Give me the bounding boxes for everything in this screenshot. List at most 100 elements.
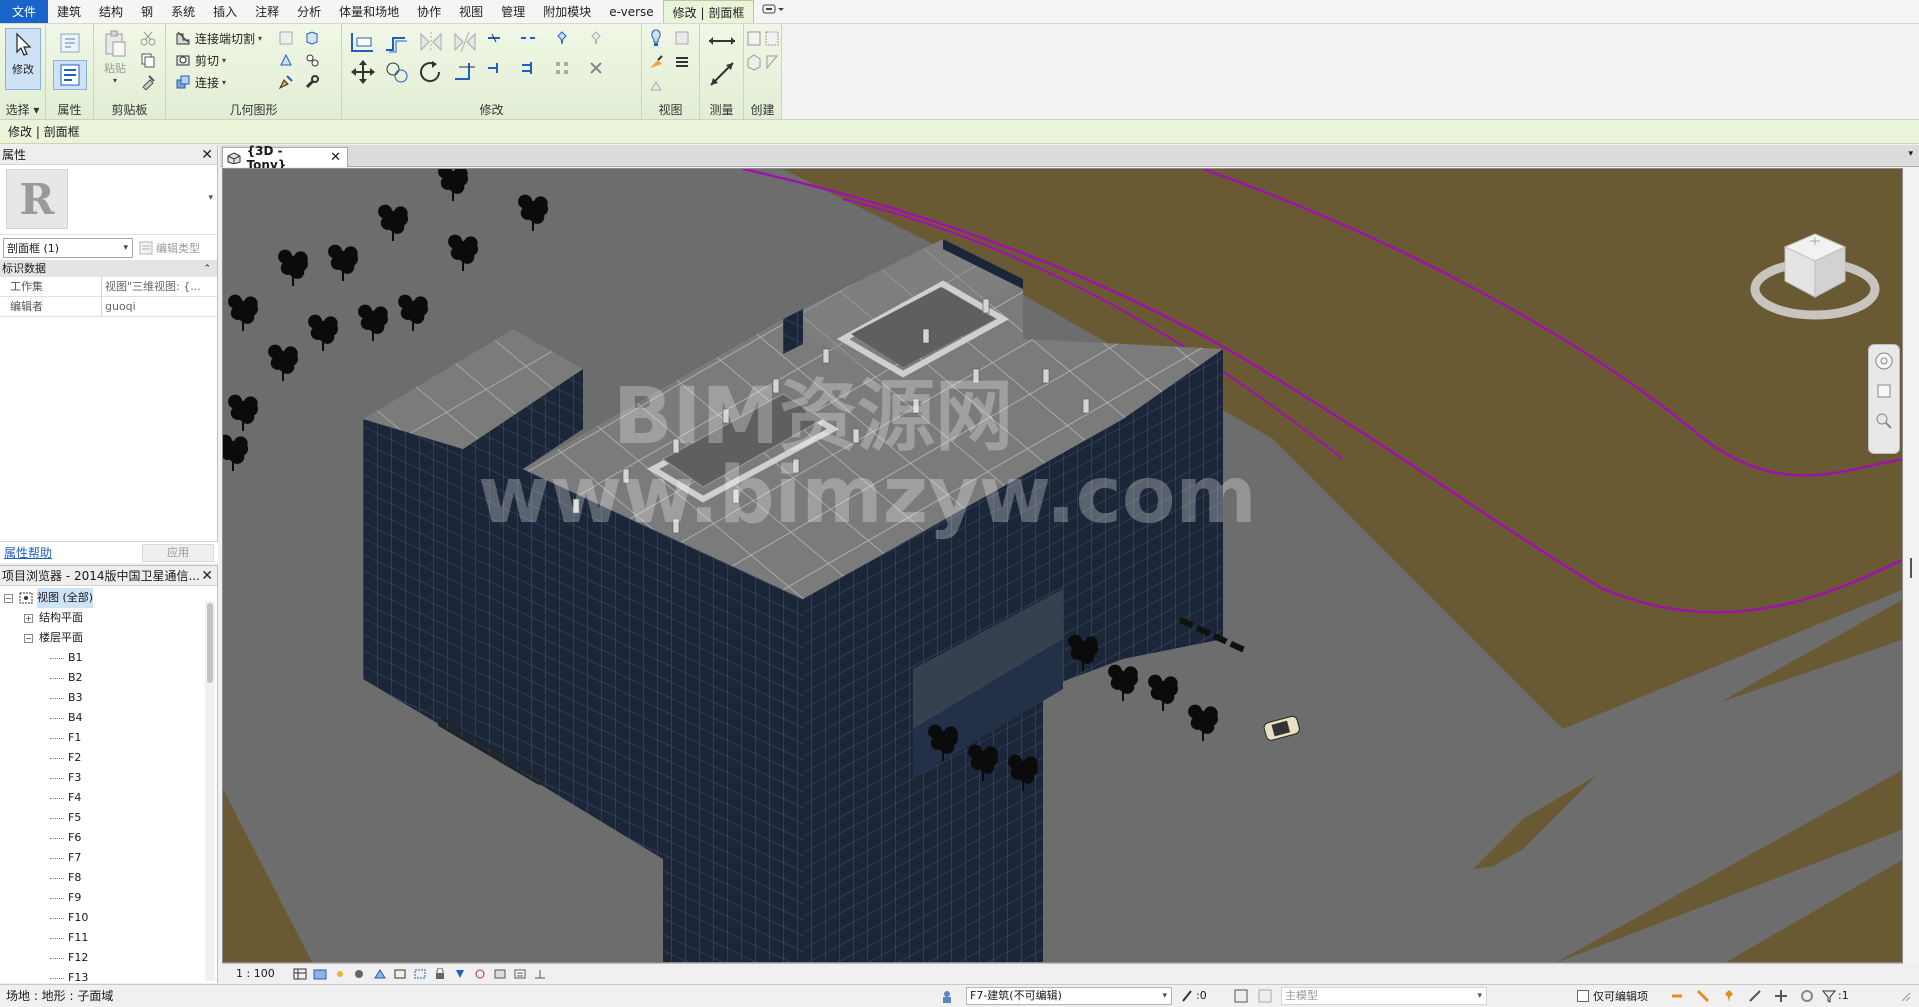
close-icon[interactable]: ✕	[201, 566, 213, 586]
viewcube[interactable]	[1750, 219, 1880, 329]
tree-node-level[interactable]: F11	[50, 928, 88, 948]
zoom-icon[interactable]	[1874, 411, 1894, 431]
lock-3d-view-icon[interactable]	[432, 967, 448, 981]
modify-button[interactable]: 修改	[5, 28, 41, 90]
tree-node-level[interactable]: B1	[50, 648, 83, 668]
match-properties-icon[interactable]	[138, 72, 158, 92]
crop-view-icon[interactable]	[392, 967, 408, 981]
tree-node-level[interactable]: F9	[50, 888, 81, 908]
visual-style-icon[interactable]	[312, 967, 328, 981]
tree-node-floor-plans[interactable]: − 楼层平面	[24, 628, 83, 648]
tree-node-level[interactable]: B4	[50, 708, 83, 728]
design-option-dropdown[interactable]: 主模型 ▾	[1281, 987, 1487, 1005]
edit-type-button[interactable]: 编辑类型	[139, 240, 200, 256]
browser-scrollbar[interactable]	[205, 601, 215, 981]
viewport-scrollbar[interactable]	[1904, 168, 1919, 963]
temporary-view-properties-icon[interactable]	[512, 967, 528, 981]
tab-e-verse[interactable]: e-verse	[600, 0, 662, 23]
join-geometry-button[interactable]: 连接 ▾	[174, 72, 226, 92]
trim-extend-icon[interactable]	[450, 58, 480, 86]
worksharing-display-icon[interactable]	[492, 967, 508, 981]
tree-node-views[interactable]: − 视图 (全部)	[4, 588, 94, 608]
tree-node-level[interactable]: F13	[50, 968, 88, 983]
tab-architecture[interactable]: 建筑	[48, 0, 90, 23]
tab-collaborate[interactable]: 协作	[408, 0, 450, 23]
paste-button[interactable]: 粘贴 ▾	[100, 28, 130, 90]
create-similar-icon[interactable]	[764, 52, 780, 72]
collapse-toggle-icon[interactable]: −	[24, 633, 33, 643]
design-options-icon[interactable]	[1232, 987, 1250, 1005]
detail-level-icon[interactable]	[292, 967, 308, 981]
properties-button[interactable]	[53, 60, 87, 90]
worksets-icon[interactable]	[940, 987, 958, 1005]
copy-icon[interactable]	[138, 50, 158, 70]
tab-addins[interactable]: 附加模块	[534, 0, 600, 23]
drag-elements-icon[interactable]	[1772, 987, 1790, 1005]
split-face-icon[interactable]	[302, 28, 322, 48]
tree-node-level[interactable]: B3	[50, 688, 83, 708]
cut-scissors-icon[interactable]	[138, 28, 158, 48]
show-rendering-icon[interactable]	[372, 967, 388, 981]
tab-structure[interactable]: 结构	[90, 0, 132, 23]
sun-path-icon[interactable]	[332, 967, 348, 981]
close-view-icon[interactable]: ✕	[330, 150, 341, 165]
resize-grip-icon[interactable]	[1896, 987, 1914, 1005]
tab-analyze[interactable]: 分析	[288, 0, 330, 23]
type-properties-button[interactable]	[53, 28, 87, 58]
paint-icon[interactable]	[302, 50, 322, 70]
view-list-chevron-icon[interactable]: ▾	[1908, 149, 1913, 159]
view-tab-3d[interactable]: {3D - Tony} ✕	[222, 144, 348, 172]
tree-node-level[interactable]: F10	[50, 908, 88, 928]
wall-joins-icon[interactable]	[276, 28, 296, 48]
group-identity-data[interactable]: 标识数据 ⌃	[0, 261, 217, 277]
rotate-icon[interactable]	[416, 58, 446, 86]
array-icon[interactable]	[552, 58, 572, 78]
editable-only-checkbox[interactable]: 仅可编辑项	[1577, 988, 1648, 1004]
trim-single-icon[interactable]	[484, 58, 504, 78]
reveal-icon[interactable]	[646, 76, 666, 96]
crop-region-icon[interactable]	[412, 967, 428, 981]
move-icon[interactable]	[348, 58, 378, 86]
tab-systems[interactable]: 系统	[162, 0, 204, 23]
copy-element-icon[interactable]	[382, 58, 412, 86]
tab-annotate[interactable]: 注释	[246, 0, 288, 23]
dimension-icon[interactable]	[706, 58, 738, 90]
view-scale[interactable]: 1 : 100	[236, 967, 288, 980]
tab-manage[interactable]: 管理	[492, 0, 534, 23]
measure-between-icon[interactable]	[706, 30, 738, 52]
ribbon-minimize-toggle[interactable]	[762, 0, 785, 23]
select-by-face-icon[interactable]	[1746, 987, 1764, 1005]
pan-icon[interactable]	[1874, 381, 1894, 401]
unpin-icon[interactable]	[586, 28, 606, 48]
select-panel-label[interactable]: 选择 ▾	[0, 103, 45, 117]
cut-geometry-button[interactable]: 剪切 ▾	[174, 50, 226, 70]
create-assembly-icon[interactable]	[746, 52, 762, 72]
property-row[interactable]: 编辑者 guoqi	[0, 297, 217, 317]
select-pinned-icon[interactable]	[1720, 987, 1738, 1005]
exclude-options-icon[interactable]	[1256, 987, 1274, 1005]
tree-node-level[interactable]: F1	[50, 728, 81, 748]
tree-node-level[interactable]: F8	[50, 868, 81, 888]
file-menu-tab[interactable]: 文件	[0, 0, 49, 23]
background-processes-icon[interactable]	[1798, 987, 1816, 1005]
tree-node-level[interactable]: F6	[50, 828, 81, 848]
tree-node-level[interactable]: F2	[50, 748, 81, 768]
tab-modify-section-box[interactable]: 修改 | 剖面框	[662, 0, 755, 23]
tree-node-level[interactable]: B2	[50, 668, 83, 688]
active-workset-dropdown[interactable]: F7-建筑(不可编辑) ▾	[966, 987, 1172, 1005]
pin-icon[interactable]	[552, 28, 572, 48]
select-links-icon[interactable]	[1668, 987, 1686, 1005]
tab-massing-site[interactable]: 体量和场地	[330, 0, 408, 23]
shadows-icon[interactable]	[352, 967, 368, 981]
filter-icon[interactable]	[1820, 987, 1838, 1005]
property-row[interactable]: 工作集 视图"三维视图: {...	[0, 277, 217, 297]
cope-button[interactable]: 连接端切割 ▾	[174, 28, 262, 48]
select-underlay-icon[interactable]	[1694, 987, 1712, 1005]
editable-worksets-icon[interactable]	[1178, 987, 1196, 1005]
tree-node-level[interactable]: F5	[50, 808, 81, 828]
temporary-hide-icon[interactable]	[672, 28, 692, 48]
delete-icon[interactable]	[586, 58, 606, 78]
remove-paint-icon[interactable]	[276, 72, 296, 92]
tab-steel[interactable]: 钢	[132, 0, 162, 23]
offset-icon[interactable]	[382, 28, 412, 56]
